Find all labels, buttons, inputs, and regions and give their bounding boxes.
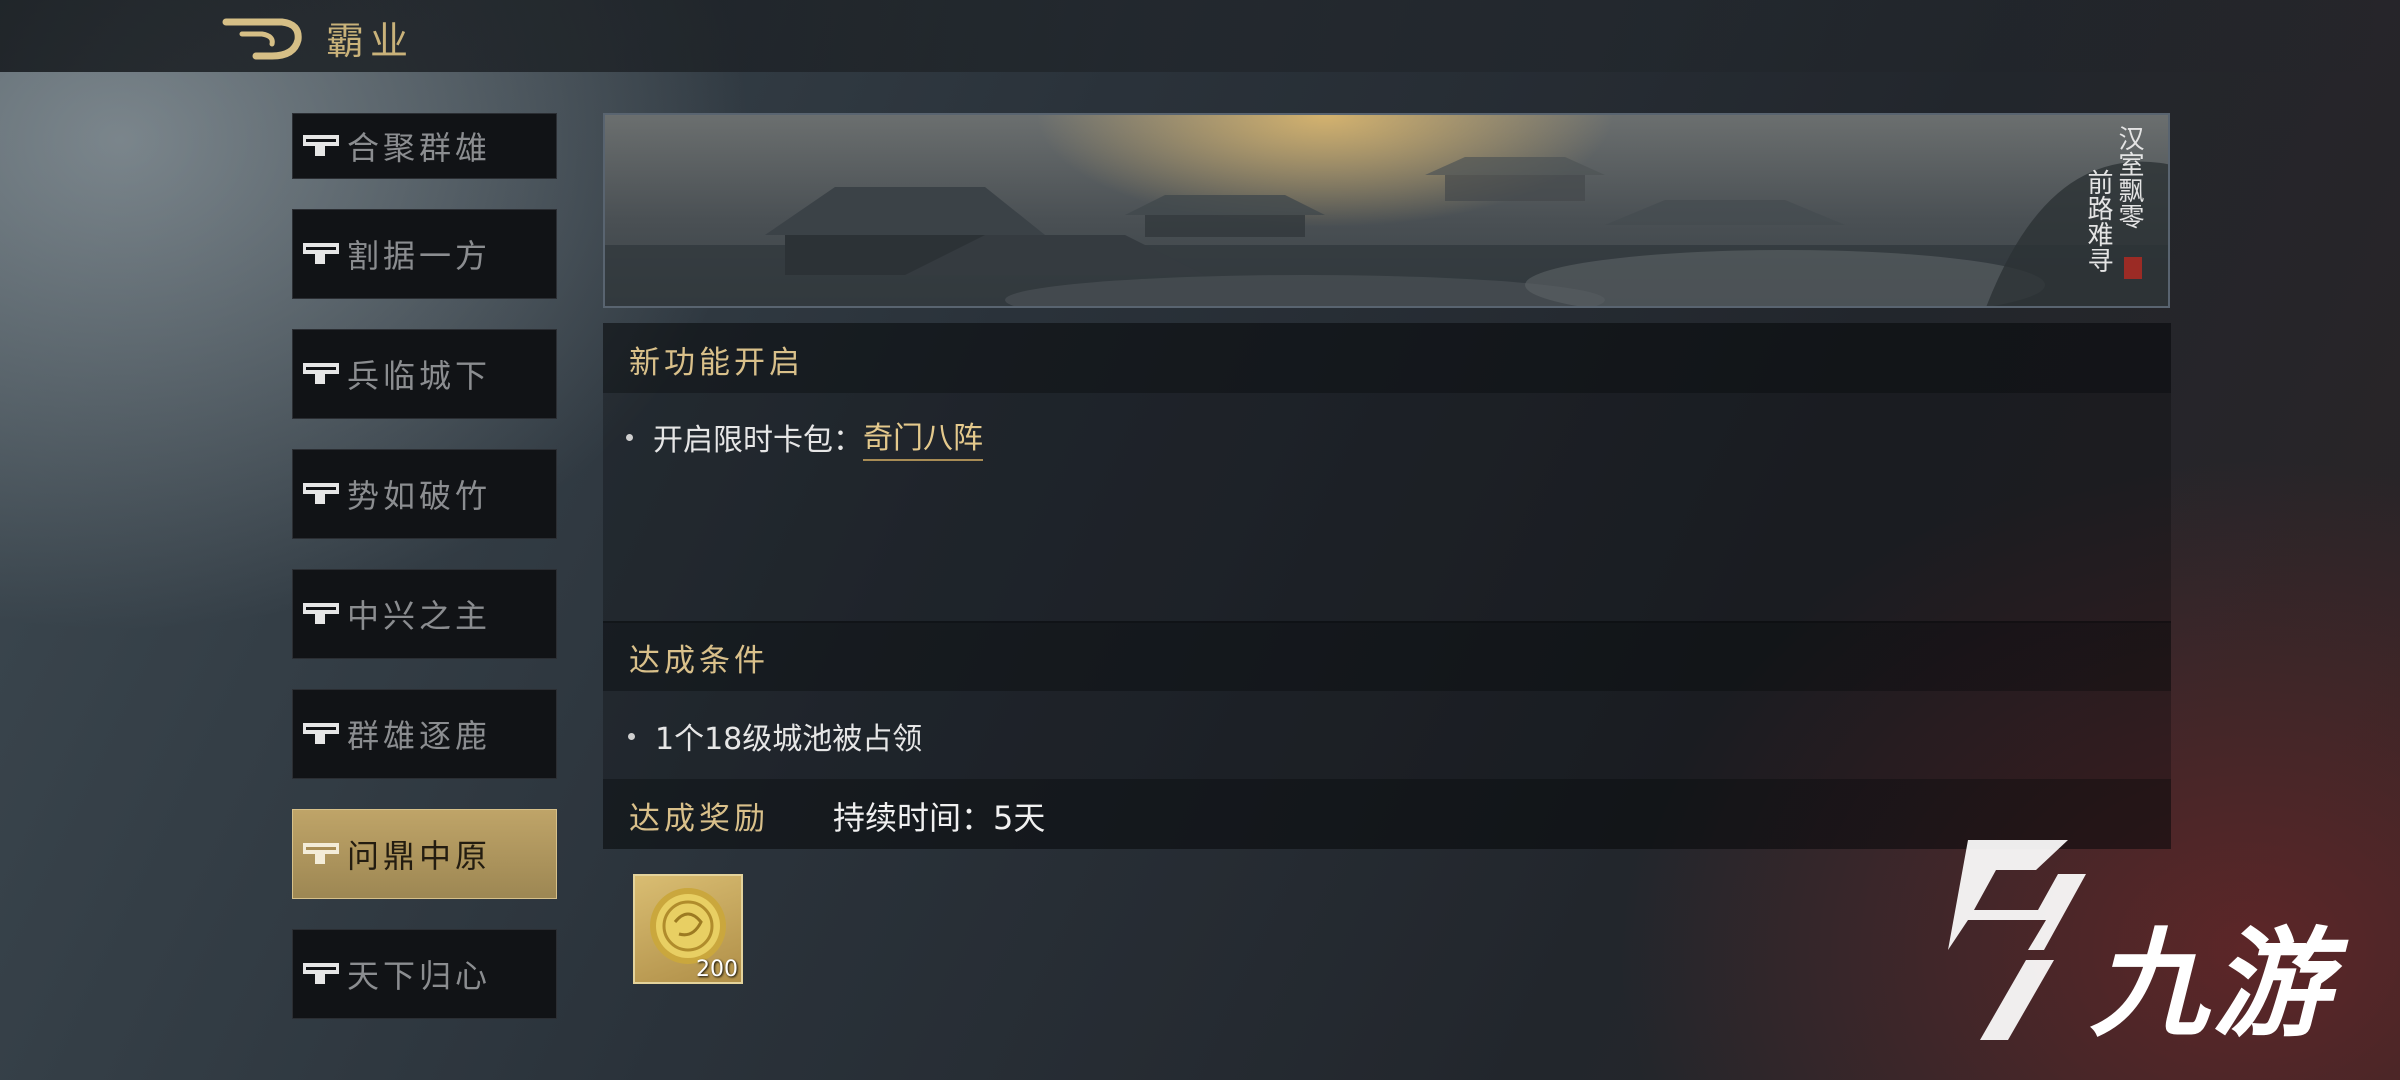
sidebar-item-label: 问鼎中原 [347, 837, 492, 875]
flag-icon [303, 963, 339, 984]
flag-icon [303, 723, 339, 744]
bullet-dot [628, 732, 635, 740]
sidebar-item-wendingzhongyuan[interactable]: 问鼎中原 [292, 809, 557, 899]
stage-banner: 汉室飘零 前路难寻 [603, 113, 2170, 308]
conditions-header: 达成条件 [603, 621, 2171, 691]
flag-icon [303, 135, 339, 156]
reward-item-gold-coin[interactable]: 200 [633, 874, 743, 984]
watermark-text: 九游 [2090, 915, 2335, 1053]
sidebar-item-label: 合聚群雄 [347, 129, 492, 167]
flag-icon [303, 483, 339, 504]
palace-scenery-illustration [605, 157, 2168, 306]
banner-line2: 前路难寻 [2083, 169, 2113, 273]
new-feature-item: 开启限时卡包： 奇门八阵 [626, 413, 983, 461]
page-title: 霸业 [326, 19, 415, 63]
condition-text: 1个18级城池被占领 [655, 722, 923, 757]
sidebar-item-label: 天下归心 [347, 957, 492, 995]
back-button[interactable] [222, 12, 304, 62]
new-feature-header: 新功能开启 [603, 323, 2171, 393]
sidebar-item-qunxiongzhulu[interactable]: 群雄逐鹿 [292, 689, 557, 779]
sidebar-item-gejuyifang[interactable]: 割据一方 [292, 209, 557, 299]
new-feature-prefix: 开启限时卡包： [653, 423, 863, 458]
sidebar-item-label: 割据一方 [347, 237, 492, 275]
banner-text-line2: 前路难寻 [2082, 169, 2113, 273]
red-seal-stamp [2124, 257, 2142, 279]
sidebar-item-label: 群雄逐鹿 [347, 717, 492, 755]
top-bar: 霸业 [0, 0, 2400, 72]
sidebar-item-label: 兵临城下 [347, 357, 492, 395]
sidebar-item-hejuqunxiong[interactable]: 合聚群雄 [292, 113, 557, 179]
bullet-dot [626, 433, 633, 441]
sidebar-item-label: 势如破竹 [347, 477, 492, 515]
back-arrow-icon [222, 18, 302, 60]
new-feature-title: 新功能开启 [629, 345, 804, 381]
sidebar-item-shirupozhu[interactable]: 势如破竹 [292, 449, 557, 539]
flag-icon [303, 603, 339, 624]
sidebar-item-tianxiaguixin[interactable]: 天下归心 [292, 929, 557, 1019]
sidebar-item-binglinchengxia[interactable]: 兵临城下 [292, 329, 557, 419]
flag-icon [303, 243, 339, 264]
card-pack-link[interactable]: 奇门八阵 [863, 413, 983, 461]
conditions-title: 达成条件 [629, 643, 769, 679]
flag-icon [303, 363, 339, 384]
reward-duration: 持续时间：5天 [833, 799, 1046, 837]
sidebar-item-label: 中兴之主 [347, 597, 492, 635]
flag-icon [303, 843, 339, 864]
banner-text-line1: 汉室飘零 [2113, 125, 2144, 229]
rewards-title: 达成奖励 [629, 801, 769, 837]
reward-item-count: 200 [696, 957, 738, 982]
condition-item: 1个18级城池被占领 [628, 714, 922, 758]
banner-line1: 汉室飘零 [2114, 125, 2144, 229]
sidebar-item-zhongxingzhizhu[interactable]: 中兴之主 [292, 569, 557, 659]
